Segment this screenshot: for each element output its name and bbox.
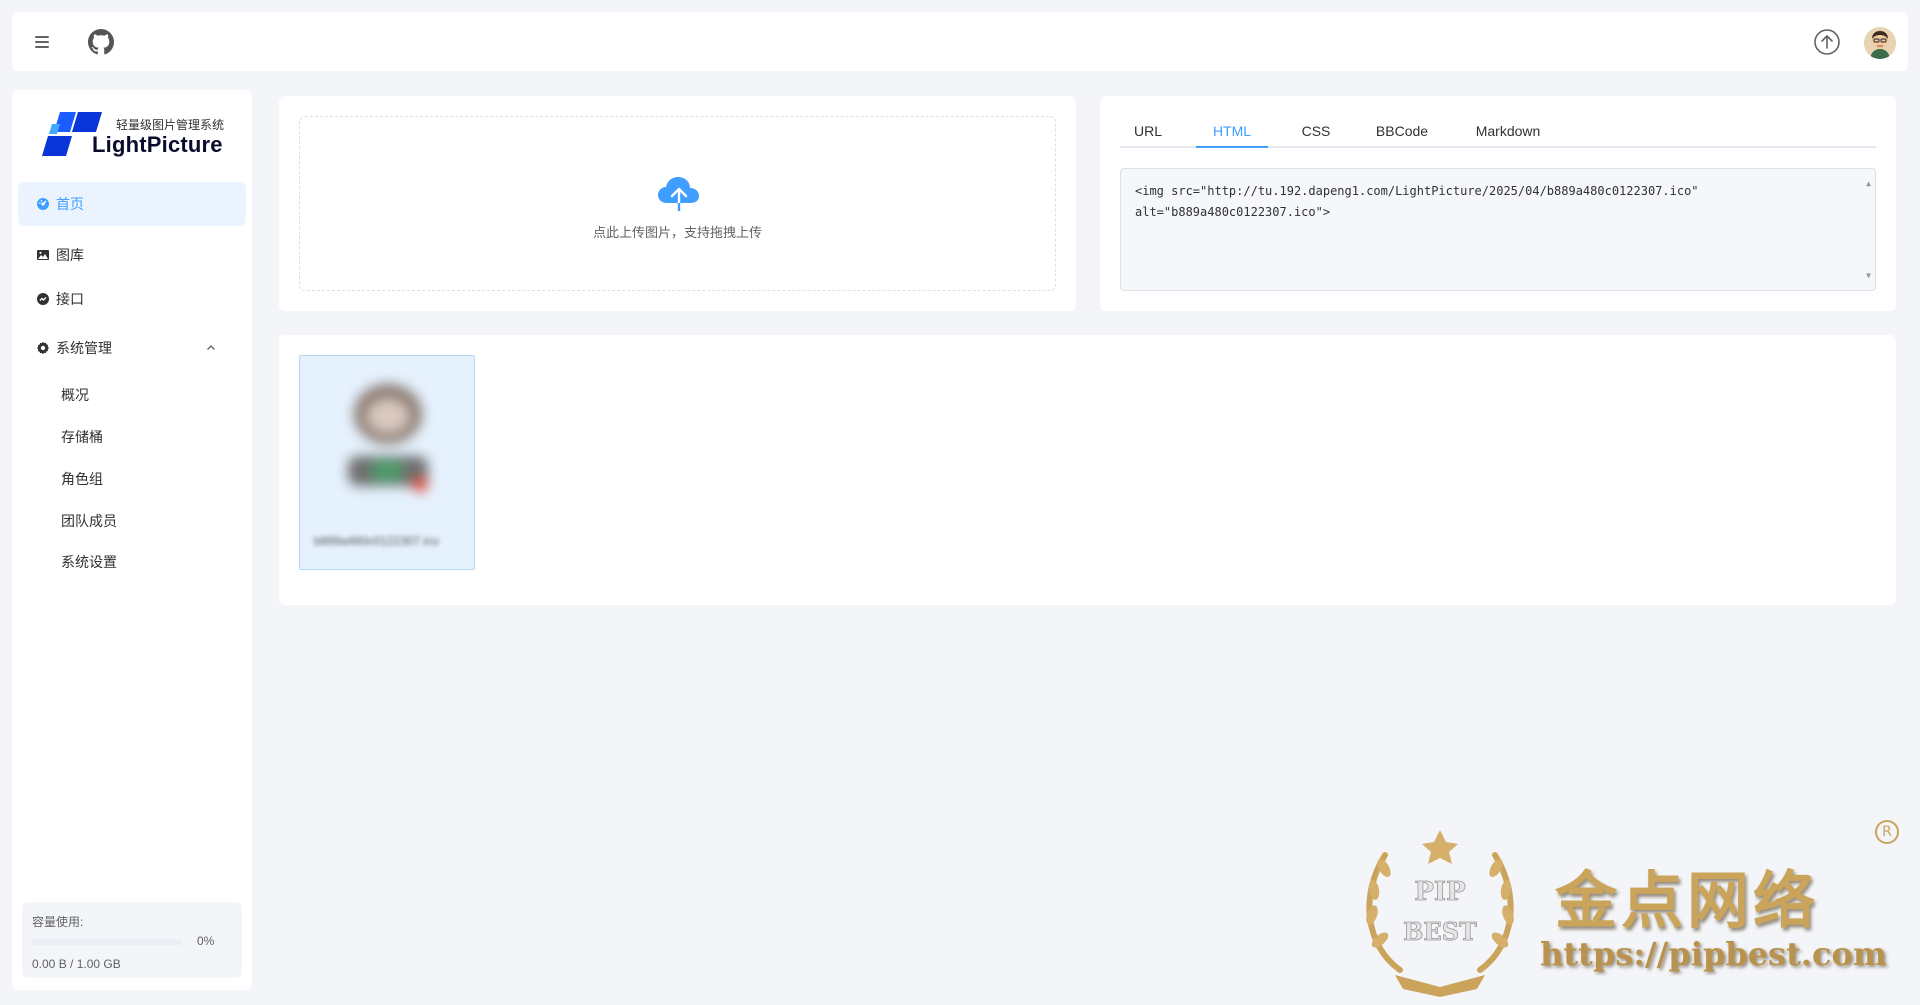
app-logo[interactable]: 轻量级图片管理系统 LightPicture xyxy=(42,110,232,160)
sidebar-subitem-overview[interactable]: 概况 xyxy=(18,377,246,413)
storage-usage-percent: 0% xyxy=(197,934,215,948)
sidebar-item-label: 系统管理 xyxy=(56,340,112,356)
sidebar-item-label: 接口 xyxy=(56,291,84,307)
scroll-down-icon[interactable]: ▼ xyxy=(1866,265,1871,286)
logo-tagline: 轻量级图片管理系统 xyxy=(116,118,225,132)
sidebar-item-label: 首页 xyxy=(56,196,84,212)
storage-usage-label: 容量使用: xyxy=(32,915,84,929)
link-format-tabs: URL HTML CSS BBCode Markdown xyxy=(1120,116,1876,148)
github-icon[interactable] xyxy=(88,29,114,55)
sidebar-item-gallery[interactable]: 图库 xyxy=(18,233,246,277)
link-code-card: URL HTML CSS BBCode Markdown <img src="h… xyxy=(1100,96,1896,311)
badge-text-top: PIP xyxy=(1414,877,1465,907)
logo-name: LightPicture xyxy=(92,132,223,157)
cloud-upload-icon xyxy=(658,177,699,213)
chevron-up-icon xyxy=(207,345,215,350)
hamburger-menu-icon[interactable] xyxy=(30,30,54,54)
scroll-up-icon[interactable]: ▲ xyxy=(1866,173,1871,194)
watermark: PIP BEST 金点网络 https://pipbest.com R xyxy=(1340,810,1910,1000)
code-line-1: <img src="http://tu.192.dapeng1.com/Ligh… xyxy=(1135,184,1699,198)
sidebar: 轻量级图片管理系统 LightPicture 首页 图库 接口 系统管理 概况 … xyxy=(12,90,252,990)
sidebar-subitem-members[interactable]: 团队成员 xyxy=(18,503,246,539)
upload-card: 点此上传图片，支持拖拽上传 xyxy=(279,96,1076,311)
api-icon xyxy=(36,292,50,306)
watermark-title: 金点网络 xyxy=(1555,864,1820,937)
code-line-2: alt="b889a480c0122307.ico"> xyxy=(1135,205,1331,219)
storage-usage-bar xyxy=(32,939,182,945)
storage-usage-panel: 容量使用: 0% 0.00 B / 1.00 GB xyxy=(22,902,242,978)
sidebar-item-label: 图库 xyxy=(56,247,84,263)
tab-html[interactable]: HTML xyxy=(1196,116,1268,148)
sidebar-subitem-settings[interactable]: 系统设置 xyxy=(18,544,246,580)
sidebar-item-api[interactable]: 接口 xyxy=(18,277,246,321)
dashboard-icon xyxy=(36,197,50,211)
registered-mark: R xyxy=(1875,820,1899,844)
badge-text-bottom: BEST xyxy=(1403,917,1477,946)
sidebar-subitem-buckets[interactable]: 存储桶 xyxy=(18,419,246,455)
storage-usage-amount: 0.00 B / 1.00 GB xyxy=(32,957,121,971)
tab-markdown[interactable]: Markdown xyxy=(1460,116,1556,148)
upload-hint: 点此上传图片，支持拖拽上传 xyxy=(592,225,762,240)
gallery-card: b889a480c0122307.ico xyxy=(279,335,1896,605)
watermark-url: https://pipbest.com xyxy=(1540,935,1887,973)
laurel-wreath-icon: PIP BEST xyxy=(1366,830,1514,997)
picture-icon xyxy=(36,248,50,262)
code-textarea[interactable]: <img src="http://tu.192.dapeng1.com/Ligh… xyxy=(1120,168,1876,291)
upload-circle-icon[interactable] xyxy=(1813,28,1841,56)
sidebar-subitem-roles[interactable]: 角色组 xyxy=(18,461,246,497)
upload-dropzone[interactable]: 点此上传图片，支持拖拽上传 xyxy=(299,116,1056,291)
top-bar xyxy=(12,12,1908,71)
tab-css[interactable]: CSS xyxy=(1288,116,1344,148)
thumbnail-image xyxy=(348,384,428,492)
sidebar-item-system[interactable]: 系统管理 xyxy=(18,326,246,370)
gear-icon xyxy=(36,341,50,355)
sidebar-item-home[interactable]: 首页 xyxy=(18,182,246,226)
tab-url[interactable]: URL xyxy=(1120,116,1176,148)
tab-bbcode[interactable]: BBCode xyxy=(1364,116,1440,148)
image-thumbnail[interactable]: b889a480c0122307.ico xyxy=(299,355,475,570)
thumbnail-filename: b889a480c0122307.ico xyxy=(314,534,439,548)
user-avatar[interactable] xyxy=(1864,27,1896,59)
active-tab-indicator xyxy=(1196,146,1268,148)
